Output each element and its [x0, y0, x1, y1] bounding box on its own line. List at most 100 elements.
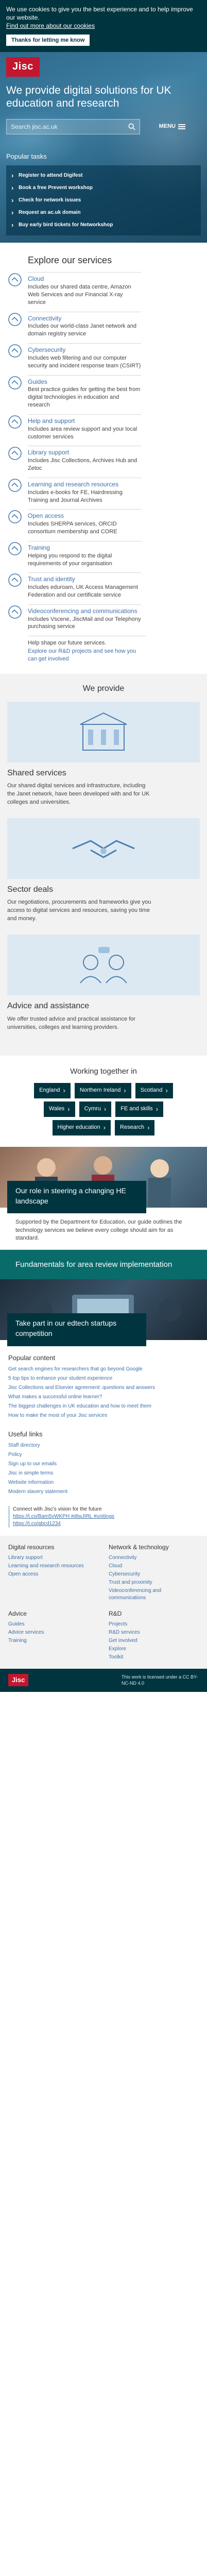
help-icon [8, 415, 22, 429]
popular-task-link[interactable]: Request an ac.uk domain [11, 207, 196, 219]
useful-link[interactable]: Policy [8, 1450, 199, 1460]
sector-deals-illustration [7, 818, 200, 879]
feature-area-review[interactable]: Fundamentals for area review implementat… [0, 1250, 207, 1280]
footer-column: Network & technology Connectivity Cloud Cyb… [109, 1543, 199, 1602]
service-link[interactable]: Learning and research resources [28, 480, 141, 489]
hero: Jisc We provide digital solutions for UK… [0, 52, 207, 243]
useful-links: Useful links Staff directory Policy Sign u… [0, 1422, 207, 1500]
card-text: We offer trusted advice and practical as… [7, 1015, 136, 1030]
services-help: Help shape our future services. Explore … [28, 636, 146, 663]
card-title: Sector deals [7, 885, 53, 894]
service-item: Help and support Includes area review sup… [7, 414, 200, 440]
menu-button[interactable]: MENU [159, 123, 185, 130]
footer-link[interactable]: Advice services [8, 1629, 98, 1637]
shared-services-card[interactable]: Shared services Our shared digital servi… [7, 701, 200, 807]
nation-button[interactable]: Higher education [52, 1120, 111, 1136]
footer-link[interactable]: Library support [8, 1554, 98, 1562]
feature-edtech-competition[interactable]: Take part in our edtech startups competi… [0, 1279, 207, 1346]
popular-content: Popular content Get search engines for r… [0, 1346, 207, 1422]
service-link[interactable]: Training [28, 544, 141, 552]
footer-link[interactable]: Explore [109, 1645, 199, 1653]
hero-tagline: We provide digital solutions for UK educ… [6, 84, 171, 109]
service-desc: Includes eduroam, UK Access Management F… [28, 584, 139, 598]
service-item: Cloud Includes our shared data centre, Am… [7, 272, 200, 306]
footer-link[interactable]: Projects [109, 1620, 199, 1629]
useful-link[interactable]: Website information [8, 1478, 199, 1487]
footer-link[interactable]: Learning and research resources [8, 1562, 98, 1570]
search-input[interactable] [11, 123, 128, 130]
popular-tasks-title: Popular tasks [6, 152, 47, 160]
footer-column-title: Advice [8, 1609, 27, 1617]
footer-link[interactable]: Cloud [109, 1562, 199, 1570]
popular-task-link[interactable]: Book a free Prevent workshop [11, 182, 196, 194]
feature-text: Supported by the Department for Educatio… [0, 1213, 207, 1250]
nation-button[interactable]: Northern Ireland [74, 1082, 131, 1098]
footer-link[interactable]: Connectivity [109, 1554, 199, 1562]
service-body: Training Helping you respond to the digit… [28, 540, 141, 567]
footer-link[interactable]: Toolkit [109, 1653, 199, 1662]
footer-link[interactable]: Get involved [109, 1637, 199, 1645]
popular-task-link[interactable]: Check for network issues [11, 194, 196, 207]
nation-button[interactable]: England [34, 1082, 71, 1098]
working-title: Working together in [70, 1066, 137, 1076]
advice-card[interactable]: Advice and assistance We offer trusted a… [7, 935, 200, 1031]
footer-link[interactable]: R&D services [109, 1629, 199, 1637]
video-icon [8, 605, 22, 619]
service-link[interactable]: Open access [28, 512, 141, 520]
search-icon[interactable] [128, 123, 135, 130]
popular-task-link[interactable]: Register to attend Digifest [11, 170, 196, 182]
nation-button[interactable]: Research [115, 1120, 155, 1136]
jisc-logo[interactable]: Jisc [6, 57, 40, 77]
popular-content-link[interactable]: Get search engines for researchers that … [8, 1365, 199, 1374]
service-link[interactable]: Trust and identity [28, 575, 141, 584]
tweet-link[interactable]: https://t.co/Bam5vWKPH #dtwJIRL #uniting… [13, 1513, 199, 1520]
popular-task-link[interactable]: Buy early bird tickets for Networkshop [11, 219, 196, 231]
footer-link[interactable]: Guides [8, 1620, 98, 1629]
useful-link[interactable]: Modern slavery statement [8, 1487, 199, 1497]
footer-link[interactable]: Cybersecurity [109, 1570, 199, 1579]
footer-link[interactable]: Trust and proximity [109, 1579, 199, 1587]
footer-link[interactable]: Open access [8, 1570, 98, 1579]
service-link[interactable]: Cybersecurity [28, 346, 141, 354]
service-body: Learning and research resources Includes … [28, 477, 141, 504]
feature-he-landscape[interactable]: Our role in steering a changing HE lands… [0, 1147, 207, 1250]
service-desc: Helping you respond to the digital requi… [28, 552, 112, 567]
cookie-banner: We use cookies to give you the best expe… [0, 0, 207, 52]
popular-content-link[interactable]: Jisc Collections and Elsevier agreement:… [8, 1383, 199, 1393]
open-access-icon [8, 510, 22, 524]
nation-button[interactable]: Cymru [79, 1101, 112, 1117]
service-item: Learning and research resources Includes … [7, 477, 200, 504]
popular-content-link[interactable]: 5 top tips to enhance your student exper… [8, 1374, 199, 1383]
rd-link[interactable]: Explore our R&D projects and see how you… [28, 648, 136, 662]
footer-link[interactable]: Videoconferencing and communications [109, 1587, 199, 1602]
popular-content-link[interactable]: How to make the most of your Jisc servic… [8, 1411, 199, 1420]
footer-link[interactable]: Training [8, 1637, 98, 1645]
service-link[interactable]: Library support [28, 448, 141, 457]
nation-button[interactable]: FE and skills [115, 1101, 163, 1117]
sector-deals-card[interactable]: Sector deals Our negotiations, procureme… [7, 818, 200, 923]
service-link[interactable]: Videoconferencing and communications [28, 607, 141, 616]
useful-link[interactable]: Sign up to our emails [8, 1460, 199, 1469]
working-together-section: Working together in EnglandNorthern Irel… [0, 1055, 207, 1147]
cookie-accept-button[interactable]: Thanks for letting me know [6, 34, 90, 46]
service-link[interactable]: Guides [28, 378, 141, 386]
service-body: Cloud Includes our shared data centre, Am… [28, 272, 141, 306]
useful-link[interactable]: Staff directory [8, 1441, 199, 1450]
service-link[interactable]: Help and support [28, 417, 141, 426]
tweet-link-2[interactable]: https://t.co/abcd1234 [13, 1520, 199, 1528]
popular-content-link[interactable]: What makes a successful online learner? [8, 1393, 199, 1402]
service-body: Help and support Includes area review sup… [28, 414, 141, 440]
service-link[interactable]: Cloud [28, 275, 141, 283]
cookie-info-link[interactable]: Find out more about our cookies [6, 22, 95, 29]
nation-button[interactable]: Wales [44, 1101, 75, 1117]
search-box[interactable] [6, 118, 140, 134]
useful-link[interactable]: Jisc in simple terms [8, 1469, 199, 1478]
we-provide-section: We provide Shared services Our shared di… [0, 673, 207, 1056]
nation-button[interactable]: Scotland [135, 1082, 173, 1098]
service-body: Open access Includes SHERPA services, ORC… [28, 509, 141, 535]
footer-logo[interactable]: Jisc [8, 1674, 29, 1687]
service-desc: Includes web filtering and our computer … [28, 354, 141, 369]
footer-column: Advice Guides Advice services Training [8, 1609, 98, 1662]
popular-content-link[interactable]: The biggest challenges in UK education a… [8, 1402, 199, 1411]
service-link[interactable]: Connectivity [28, 314, 141, 323]
